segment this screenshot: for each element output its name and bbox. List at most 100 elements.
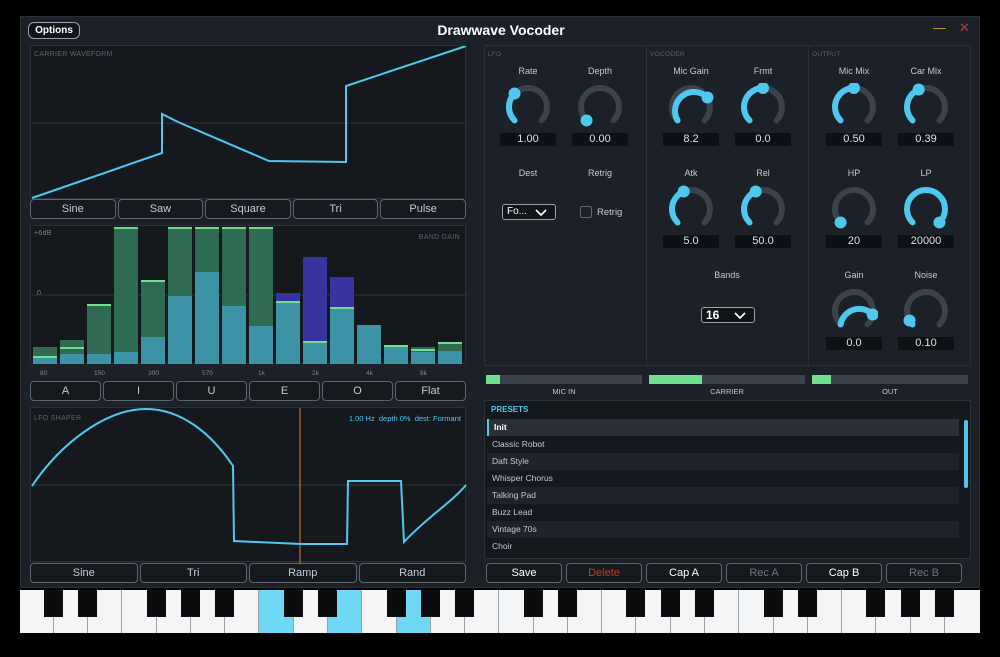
preset-item[interactable]: Daft Style: [487, 453, 959, 470]
rel-knob[interactable]: [739, 185, 787, 233]
rate-label: Rate: [518, 66, 538, 76]
black-key[interactable]: [147, 590, 166, 617]
chevron-down-icon: [535, 209, 547, 217]
depth-value: 0.00: [572, 133, 628, 146]
black-key[interactable]: [626, 590, 645, 617]
black-key[interactable]: [284, 590, 303, 617]
rec-b-button[interactable]: Rec B: [886, 563, 962, 583]
preset-item[interactable]: Talking Pad: [487, 487, 959, 504]
black-key[interactable]: [78, 590, 97, 617]
freq-label: 80: [40, 370, 48, 377]
save-button[interactable]: Save: [486, 563, 562, 583]
vowel-e-button[interactable]: E: [249, 381, 320, 401]
black-key[interactable]: [901, 590, 920, 617]
noise-value: 0.10: [898, 337, 954, 350]
freq-label: 8k: [420, 370, 427, 377]
black-key[interactable]: [421, 590, 440, 617]
vowel-a-button[interactable]: A: [30, 381, 101, 401]
atk-knob[interactable]: [667, 185, 715, 233]
vowel-i-button[interactable]: I: [103, 381, 174, 401]
cap-a-button[interactable]: Cap A: [646, 563, 722, 583]
hp-knob[interactable]: [830, 185, 878, 233]
preset-item-label: Init: [494, 422, 507, 432]
vowel-flat-button[interactable]: Flat: [395, 381, 466, 401]
preset-item[interactable]: Init: [487, 419, 959, 436]
vowel-buttons: A I U E O Flat: [30, 381, 466, 401]
carrier-pulse-button[interactable]: Pulse: [380, 199, 466, 219]
black-key[interactable]: [866, 590, 885, 617]
gain-knob[interactable]: [830, 287, 878, 335]
lfo-tri-button[interactable]: Tri: [139, 563, 247, 583]
retrig-checkbox[interactable]: [580, 206, 592, 218]
mic-gain-knob[interactable]: [667, 83, 715, 131]
preset-item[interactable]: Whisper Chorus: [487, 470, 959, 487]
vowel-o-button[interactable]: O: [322, 381, 393, 401]
preset-item-label: Daft Style: [492, 456, 529, 466]
black-key[interactable]: [695, 590, 714, 617]
black-key[interactable]: [455, 590, 474, 617]
band-gain-panel[interactable]: BAND GAIN +6dB 0: [30, 225, 467, 364]
minimize-icon[interactable]: —: [933, 21, 946, 35]
preset-item[interactable]: Vintage 70s: [487, 521, 959, 538]
preset-item-label: Classic Robot: [492, 439, 545, 449]
out-meter: [812, 375, 968, 384]
frmt-label: Frmt: [753, 66, 773, 76]
lfo-ramp-button[interactable]: Ramp: [249, 563, 357, 583]
black-key[interactable]: [318, 590, 337, 617]
noise-knob[interactable]: [902, 287, 950, 335]
preset-item[interactable]: Buzz Lead: [487, 504, 959, 521]
lp-value: 20000: [898, 235, 954, 248]
carrier-waveform-graph: [31, 46, 467, 199]
cap-b-button[interactable]: Cap B: [806, 563, 882, 583]
carrier-tri-button[interactable]: Tri: [292, 199, 379, 219]
vowel-u-button[interactable]: U: [176, 381, 247, 401]
carrier-square-button[interactable]: Square: [205, 199, 291, 219]
carrier-waveform-panel[interactable]: CARRIER WAVEFORM: [30, 45, 467, 199]
frmt-knob[interactable]: [739, 83, 787, 131]
lp-knob[interactable]: [902, 185, 950, 233]
atk-value: 5.0: [663, 235, 719, 248]
app-title: Drawwave Vocoder: [437, 22, 565, 38]
lfo-shaper-panel[interactable]: LFO SHAPER 1.00 Hz depth 0% dest: Forman…: [30, 407, 467, 563]
black-key[interactable]: [387, 590, 406, 617]
preset-item[interactable]: Choir: [487, 538, 959, 555]
hp-label: HP: [847, 168, 861, 178]
black-key[interactable]: [44, 590, 63, 617]
black-key[interactable]: [558, 590, 577, 617]
black-key[interactable]: [524, 590, 543, 617]
dest-dropdown[interactable]: Fo...: [502, 204, 556, 220]
black-key[interactable]: [798, 590, 817, 617]
noise-label: Noise: [914, 270, 938, 280]
output-section-label: OUTPUT: [812, 51, 841, 58]
preset-item[interactable]: Classic Robot: [487, 436, 959, 453]
vocoder-section-label: VOCODER: [650, 51, 685, 58]
freq-axis: 80 150 300 570 1k 2k 4k 8k: [30, 370, 466, 380]
atk-label: Atk: [684, 168, 698, 178]
lfo-sine-button[interactable]: Sine: [30, 563, 138, 583]
presets-scrollbar[interactable]: [964, 420, 968, 488]
rate-knob[interactable]: [504, 83, 552, 131]
piano-keyboard: [20, 590, 980, 633]
section-divider: [808, 46, 809, 367]
mic-in-label: MIC IN: [552, 387, 576, 396]
carrier-saw-button[interactable]: Saw: [117, 199, 204, 219]
carrier-sine-button[interactable]: Sine: [30, 199, 116, 219]
car-mix-knob[interactable]: [902, 83, 950, 131]
black-key[interactable]: [935, 590, 954, 617]
black-key[interactable]: [215, 590, 234, 617]
delete-button[interactable]: Delete: [566, 563, 642, 583]
hp-value: 20: [826, 235, 882, 248]
presets-header: PRESETS: [491, 405, 529, 414]
lfo-shape-buttons: Sine Tri Ramp Rand: [30, 563, 466, 583]
bands-dropdown[interactable]: 16: [701, 307, 755, 323]
black-key[interactable]: [661, 590, 680, 617]
black-key[interactable]: [764, 590, 783, 617]
car-mix-value: 0.39: [898, 133, 954, 146]
lfo-rand-button[interactable]: Rand: [358, 563, 466, 583]
depth-knob[interactable]: [576, 83, 624, 131]
rec-a-button[interactable]: Rec A: [726, 563, 802, 583]
bands-label: Bands: [714, 270, 740, 280]
close-icon[interactable]: ✕: [959, 21, 970, 35]
mic-mix-knob[interactable]: [830, 83, 878, 131]
black-key[interactable]: [181, 590, 200, 617]
